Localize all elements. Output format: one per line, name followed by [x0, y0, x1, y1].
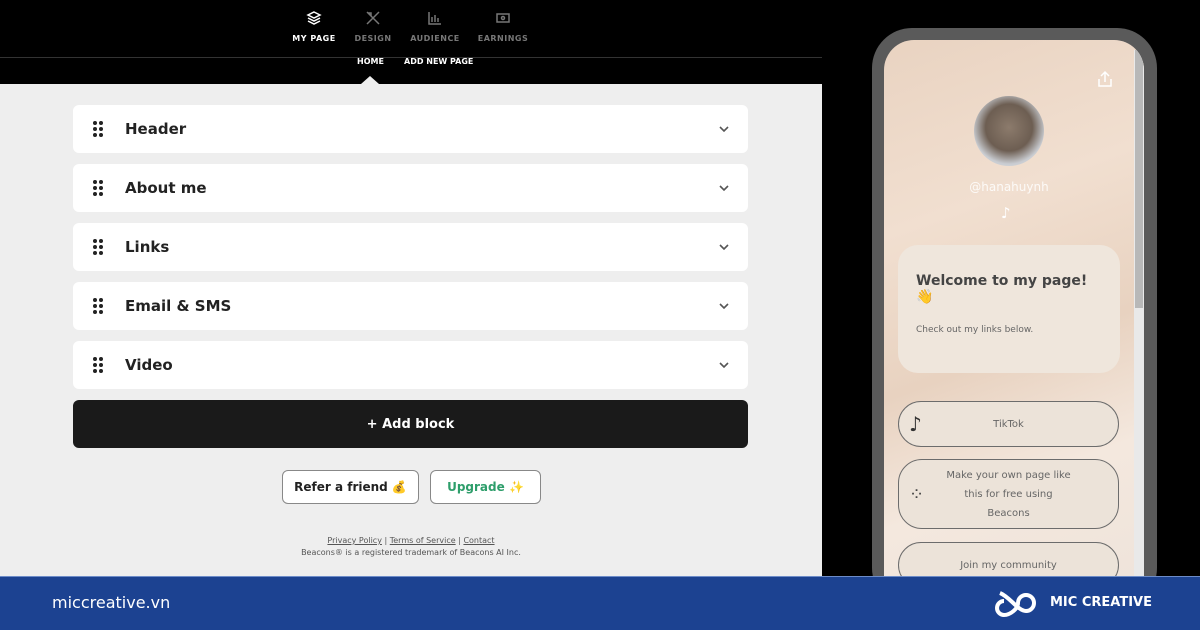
- block-about-me[interactable]: About me: [73, 164, 748, 212]
- drag-handle-icon[interactable]: [93, 298, 103, 314]
- scrollbar[interactable]: [1134, 50, 1144, 590]
- chevron-down-icon[interactable]: [718, 359, 730, 371]
- subtab-add-new-page[interactable]: ADD NEW PAGE: [404, 57, 473, 66]
- link-tiktok[interactable]: ♪ TikTok: [898, 401, 1119, 447]
- active-indicator: [361, 76, 379, 84]
- terms-link[interactable]: Terms of Service: [390, 536, 456, 545]
- tab-label: EARNINGS: [477, 34, 529, 43]
- page-preview: @hanahuynh ♪ Welcome to my page! 👋 Check…: [884, 40, 1144, 600]
- trademark-text: Beacons® is a registered trademark of Be…: [301, 548, 521, 557]
- mic-creative-logo-icon: [995, 591, 1036, 618]
- block-video[interactable]: Video: [73, 341, 748, 389]
- tab-earnings[interactable]: EARNINGS: [468, 10, 538, 43]
- brand-name: MIC CREATIVE: [1050, 595, 1152, 610]
- chevron-down-icon[interactable]: [718, 300, 730, 312]
- link-beacons[interactable]: ⁘ Make your own page like this for free …: [898, 459, 1119, 529]
- block-label: About me: [125, 179, 207, 197]
- site-url: miccreative.vn: [52, 593, 171, 612]
- link-label: Make your own page like this for free us…: [946, 469, 1071, 519]
- chevron-down-icon[interactable]: [718, 241, 730, 253]
- avatar: [974, 96, 1044, 166]
- design-tools-icon: [366, 11, 380, 25]
- username: @hanahuynh: [969, 180, 1049, 194]
- layers-icon: [306, 11, 322, 25]
- add-block-button[interactable]: + Add block: [73, 400, 748, 448]
- link-label: Join my community: [960, 559, 1057, 571]
- tab-design[interactable]: DESIGN: [338, 10, 408, 43]
- block-links[interactable]: Links: [73, 223, 748, 271]
- block-label: Header: [125, 120, 187, 138]
- top-nav: MY PAGE DESIGN AUDIENCE EARNINGS HOME AD…: [0, 0, 822, 84]
- block-label: Links: [125, 238, 170, 256]
- tab-label: AUDIENCE: [410, 34, 460, 43]
- block-email-sms[interactable]: Email & SMS: [73, 282, 748, 330]
- drag-handle-icon[interactable]: [93, 121, 103, 137]
- link-label: TikTok: [993, 418, 1024, 430]
- drag-handle-icon[interactable]: [93, 180, 103, 196]
- welcome-card: Welcome to my page! 👋 Check out my links…: [898, 245, 1120, 373]
- footer-links: Privacy Policy | Terms of Service | Cont…: [0, 536, 822, 545]
- welcome-title: Welcome to my page! 👋: [916, 273, 1088, 305]
- brand-banner: miccreative.vn MIC CREATIVE: [0, 576, 1200, 630]
- editor-panel: MY PAGE DESIGN AUDIENCE EARNINGS HOME AD…: [0, 0, 822, 576]
- block-header[interactable]: Header: [73, 105, 748, 153]
- tiktok-icon: ♪: [909, 411, 922, 436]
- block-label: Video: [125, 356, 173, 374]
- upgrade-button[interactable]: Upgrade ✨: [430, 470, 541, 504]
- refer-friend-button[interactable]: Refer a friend 💰: [282, 470, 419, 504]
- chevron-down-icon[interactable]: [718, 182, 730, 194]
- tab-label: DESIGN: [354, 34, 392, 43]
- beacons-icon: ⁘: [909, 483, 925, 505]
- contact-link[interactable]: Contact: [463, 536, 494, 545]
- drag-handle-icon[interactable]: [93, 357, 103, 373]
- subtab-home[interactable]: HOME: [357, 57, 384, 66]
- chevron-down-icon[interactable]: [718, 123, 730, 135]
- tiktok-social-icon[interactable]: ♪: [1001, 204, 1011, 222]
- share-icon[interactable]: [1097, 70, 1113, 88]
- separator: |: [381, 536, 390, 545]
- tab-label: MY PAGE: [292, 34, 336, 43]
- block-label: Email & SMS: [125, 297, 232, 315]
- money-icon: [496, 13, 510, 23]
- tab-audience[interactable]: AUDIENCE: [400, 10, 470, 43]
- drag-handle-icon[interactable]: [93, 239, 103, 255]
- welcome-text: Check out my links below.: [916, 325, 1034, 335]
- bar-chart-icon: [428, 12, 441, 25]
- privacy-link[interactable]: Privacy Policy: [327, 536, 382, 545]
